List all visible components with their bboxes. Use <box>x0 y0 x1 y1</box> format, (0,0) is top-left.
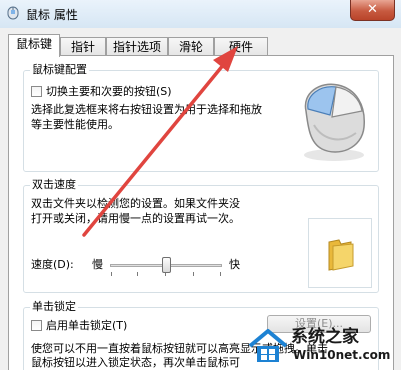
title-bar[interactable]: 鼠标 属性 ✕ <box>0 0 401 29</box>
dialog-client: 鼠标键 指针 指针选项 滑轮 硬件 鼠标键配置 切换主要和次要的按钮(S) 选择… <box>0 28 401 370</box>
click-lock-title: 单击锁定 <box>30 300 78 314</box>
click-lock-label[interactable]: 启用单击锁定(T) <box>46 318 127 333</box>
tab-mouse-buttons[interactable]: 鼠标键 <box>8 34 60 57</box>
fast-label: 快 <box>229 258 240 271</box>
close-button[interactable]: ✕ <box>350 0 395 21</box>
tab-page-mouse-buttons: 鼠标键配置 切换主要和次要的按钮(S) 选择此复选框来将右按钮设置为用于选择和拖… <box>8 55 394 370</box>
double-click-group: 双击速度 双击文件夹以检测您的设置。如果文件夹没 打开或关闭，请用慢一点的设置再… <box>23 178 379 293</box>
slider-tick <box>220 272 221 276</box>
tab-wheel[interactable]: 滑轮 <box>168 37 214 55</box>
double-click-title: 双击速度 <box>30 178 78 192</box>
double-click-test-area[interactable] <box>308 218 372 288</box>
button-config-description-1: 选择此复选框来将右按钮设置为用于选择和拖放 <box>31 103 262 116</box>
mouse-properties-window: 鼠标 属性 ✕ 鼠标键 指针 指针选项 滑轮 硬件 鼠标键配置 切换主要和次要的… <box>0 0 401 370</box>
watermark-site-url: Win10net.com <box>293 348 391 362</box>
button-config-description-2: 等主要性能使用。 <box>31 118 119 131</box>
speed-label: 速度(D): <box>31 258 74 271</box>
tab-pointers[interactable]: 指针 <box>60 37 106 55</box>
mouse-icon <box>304 83 365 161</box>
swap-buttons-label[interactable]: 切换主要和次要的按钮(S) <box>46 84 172 99</box>
tab-pointer-options[interactable]: 指针选项 <box>106 37 168 55</box>
double-click-description-1: 双击文件夹以检测您的设置。如果文件夹没 <box>31 197 240 210</box>
slider-tick <box>193 272 194 276</box>
window-title: 鼠标 属性 <box>26 8 78 22</box>
watermark-site-name: 系统之家 <box>291 327 359 347</box>
double-click-description-2: 打开或关闭，请用慢一点的设置再试一次。 <box>31 212 240 225</box>
house-logo-icon <box>248 329 288 362</box>
slow-label: 慢 <box>92 258 103 271</box>
tab-hardware[interactable]: 硬件 <box>214 37 268 55</box>
mouse-app-icon <box>7 6 19 20</box>
button-config-group: 鼠标键配置 切换主要和次要的按钮(S) 选择此复选框来将右按钮设置为用于选择和拖… <box>23 63 379 172</box>
folder-icon[interactable] <box>323 236 359 272</box>
slider-tick <box>111 272 112 276</box>
click-lock-checkbox[interactable] <box>31 320 42 331</box>
site-watermark: 系统之家 Win10net.com <box>247 326 397 366</box>
slider-tick <box>137 272 138 276</box>
swap-buttons-checkbox[interactable] <box>31 86 42 97</box>
click-lock-description-2: 鼠标按钮以进入锁定状态，再次单击鼠标可 <box>31 356 240 369</box>
button-config-title: 鼠标键配置 <box>30 63 89 77</box>
speed-slider-thumb[interactable] <box>162 257 171 273</box>
